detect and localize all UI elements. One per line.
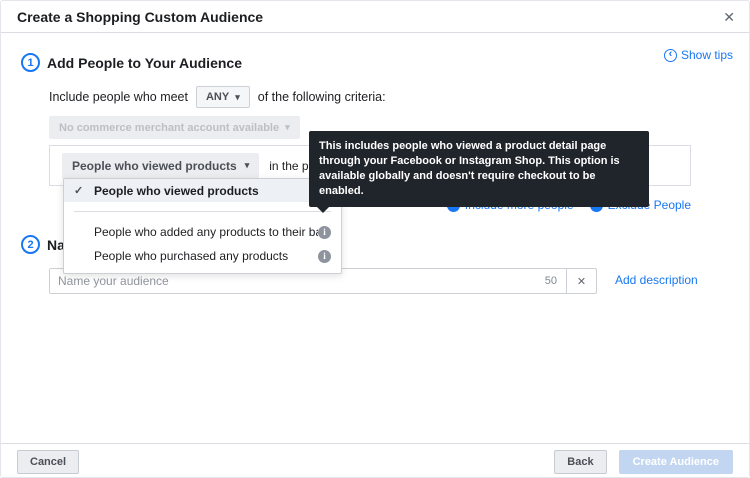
info-icon[interactable]: i bbox=[318, 226, 331, 239]
create-audience-modal: Create a Shopping Custom Audience ✕ ‹ Sh… bbox=[0, 0, 750, 478]
back-button[interactable]: Back bbox=[554, 450, 606, 474]
check-icon: ✓ bbox=[74, 184, 94, 197]
match-type-dropdown[interactable]: ANY ▾ bbox=[196, 86, 250, 108]
meet-prefix-text: Include people who meet bbox=[49, 90, 188, 104]
chevron-down-icon: ▾ bbox=[235, 93, 240, 102]
criteria-intro-row: Include people who meet ANY ▾ of the fol… bbox=[49, 84, 386, 110]
step1-badge: 1 bbox=[21, 53, 40, 72]
menu-divider bbox=[74, 211, 331, 212]
info-icon[interactable]: i bbox=[318, 250, 331, 263]
modal-title: Create a Shopping Custom Audience bbox=[17, 1, 263, 33]
merchant-account-dropdown[interactable]: No commerce merchant account available ▾ bbox=[49, 116, 300, 139]
tips-chevron-icon: ‹ bbox=[664, 49, 677, 62]
show-tips-link[interactable]: ‹ Show tips bbox=[664, 48, 733, 62]
menu-item-viewed-products[interactable]: ✓ People who viewed products i bbox=[64, 179, 341, 202]
add-description-link[interactable]: Add description bbox=[615, 273, 698, 287]
char-count: 50 bbox=[545, 269, 566, 293]
match-type-value: ANY bbox=[206, 91, 229, 103]
merchant-account-label: No commerce merchant account available bbox=[59, 122, 279, 134]
clear-name-button[interactable]: ✕ bbox=[566, 269, 596, 293]
menu-item-label: People who added any products to their b… bbox=[94, 225, 318, 239]
meet-suffix-text: of the following criteria: bbox=[258, 90, 386, 104]
modal-header: Create a Shopping Custom Audience ✕ bbox=[1, 1, 749, 33]
rule-info-tooltip: This includes people who viewed a produc… bbox=[309, 131, 649, 207]
show-tips-label: Show tips bbox=[681, 48, 733, 62]
step1-heading: Add People to Your Audience bbox=[47, 55, 242, 71]
menu-item-label: People who viewed products bbox=[94, 184, 318, 198]
step2-badge: 2 bbox=[21, 235, 40, 254]
menu-item-added-to-basket[interactable]: People who added any products to their b… bbox=[64, 220, 341, 244]
create-audience-button[interactable]: Create Audience bbox=[619, 450, 733, 474]
rule-dropdown-label: People who viewed products bbox=[72, 159, 237, 173]
chevron-down-icon: ▾ bbox=[245, 161, 250, 170]
menu-item-label: People who purchased any products bbox=[94, 249, 318, 263]
chevron-down-icon: ▾ bbox=[285, 123, 290, 132]
menu-item-purchased[interactable]: People who purchased any products i bbox=[64, 244, 341, 268]
modal-footer: Cancel Back Create Audience bbox=[1, 443, 749, 478]
rule-dropdown-menu: ✓ People who viewed products i People wh… bbox=[63, 178, 342, 274]
cancel-button[interactable]: Cancel bbox=[17, 450, 79, 474]
close-icon[interactable]: ✕ bbox=[723, 9, 735, 25]
rule-dropdown[interactable]: People who viewed products ▾ bbox=[62, 153, 259, 179]
footer-right-buttons: Back Create Audience bbox=[554, 450, 733, 474]
